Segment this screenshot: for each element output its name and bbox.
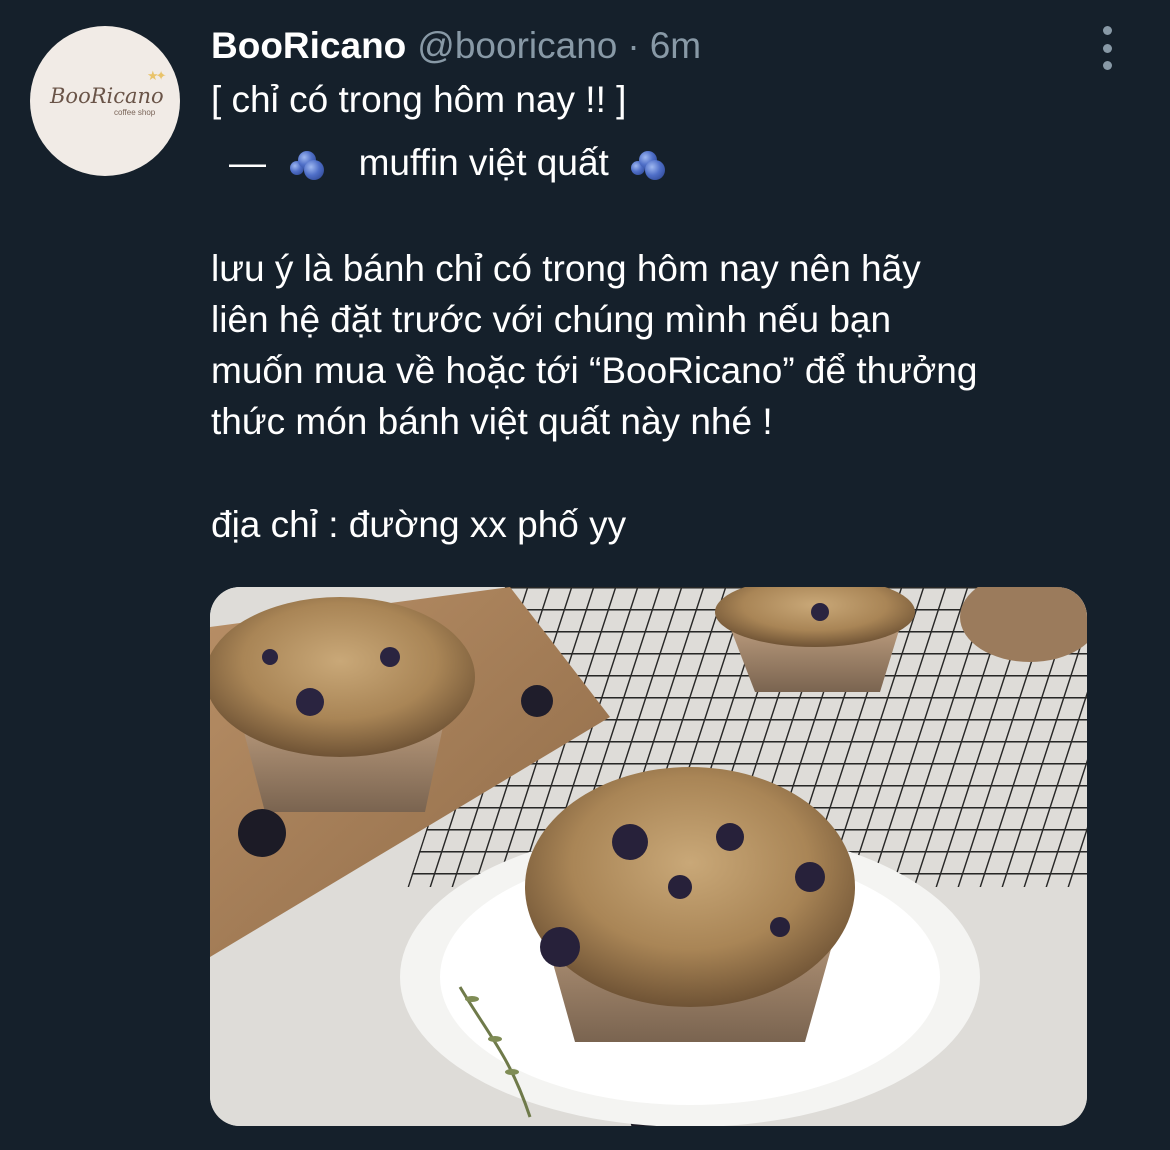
- tweet-photo[interactable]: [210, 587, 1087, 1126]
- more-vertical-icon: [1102, 26, 1112, 35]
- dash: —: [229, 142, 266, 183]
- tweet-text-line: thức món bánh việt quất này nhé !: [211, 401, 773, 442]
- separator-dot: ·: [627, 25, 640, 66]
- tweet-text-line: [ chỉ có trong hôm nay !! ]: [211, 79, 627, 120]
- user-handle[interactable]: @booricano: [417, 25, 617, 67]
- avatar-subtitle: coffee shop: [114, 108, 156, 117]
- tweet-text-line: lưu ý là bánh chỉ có trong hôm nay nên h…: [211, 248, 921, 289]
- tweet-text-line: muốn mua về hoặc tới “BooRicano” để thưở…: [211, 350, 978, 391]
- more-options-button[interactable]: [1090, 26, 1124, 70]
- display-name[interactable]: BooRicano: [211, 25, 406, 67]
- more-vertical-icon: [1102, 43, 1112, 53]
- item-name: muffin việt quất: [358, 142, 609, 183]
- muffin-photo-illustration: [210, 587, 1087, 1126]
- tweet-text-line: liên hệ đặt trước với chúng mình nếu bạn: [211, 299, 892, 340]
- tweet-header: BooRicano @booricano · 6m: [211, 22, 701, 70]
- star-icon: ★✦: [147, 68, 166, 83]
- blueberries-icon: [631, 149, 669, 180]
- avatar[interactable]: ★✦ BooRicano coffee shop: [30, 26, 180, 176]
- tweet-card[interactable]: ★✦ BooRicano coffee shop BooRicano @boor…: [0, 0, 1170, 1150]
- address-line: địa chỉ : đường xx phố yy: [211, 504, 627, 545]
- timestamp[interactable]: 6m: [650, 25, 701, 67]
- tweet-subtitle-line: — muffin việt quất: [229, 137, 669, 189]
- avatar-wordmark: BooRicano: [50, 84, 164, 108]
- more-vertical-icon: [1102, 61, 1112, 70]
- blueberries-icon: [290, 149, 328, 180]
